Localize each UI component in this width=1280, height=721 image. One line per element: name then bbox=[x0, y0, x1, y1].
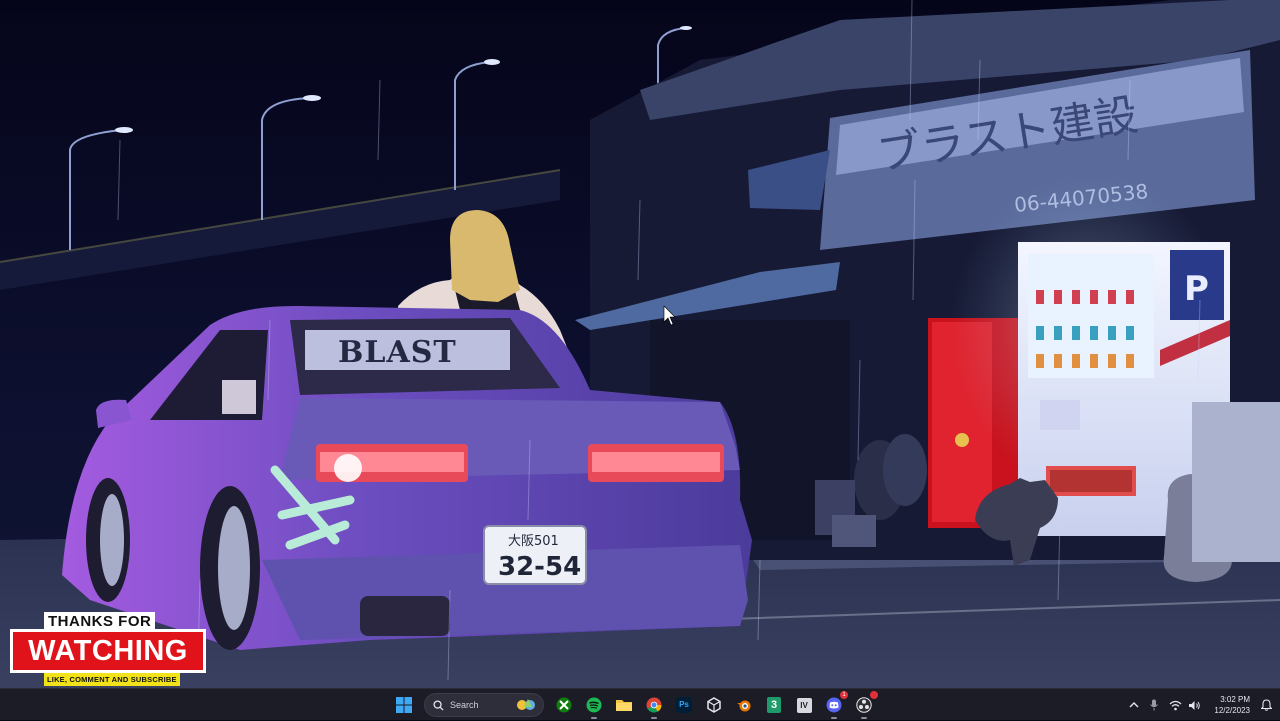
obs-icon bbox=[856, 697, 872, 713]
spotify-app-button[interactable] bbox=[582, 693, 606, 719]
folder-icon bbox=[616, 700, 632, 711]
thanks-for-watching-overlay: THANKS FOR WATCHING LIKE, COMMENT AND SU… bbox=[10, 612, 210, 688]
system-tray: 3:02 PM 12/2/2023 bbox=[1124, 689, 1280, 721]
overlay-main-text: WATCHING bbox=[10, 629, 206, 673]
search-placeholder: Search bbox=[450, 700, 479, 710]
desktop-wallpaper: ブラスト建設 06-44070538 P BLAST 大阪501 32-54 bbox=[0, 0, 1280, 688]
start-button[interactable] bbox=[392, 693, 416, 717]
search-icon bbox=[433, 699, 444, 711]
taskbar-search-box[interactable]: Search bbox=[424, 693, 544, 717]
network-volume-button[interactable] bbox=[1164, 689, 1206, 721]
plate-region: 大阪501 bbox=[508, 534, 559, 549]
volume-icon bbox=[1189, 700, 1201, 710]
clock-date: 12/2/2023 bbox=[1214, 706, 1250, 715]
chevron-up-icon bbox=[1129, 702, 1139, 708]
show-hidden-icons-button[interactable] bbox=[1124, 689, 1144, 721]
photoshop-app-button[interactable]: Ps bbox=[672, 693, 696, 717]
overlay-top-line: THANKS FOR bbox=[44, 612, 156, 630]
iv-label: IV bbox=[800, 700, 808, 710]
overlay-sub-text: LIKE, COMMENT AND SUBSCRIBE bbox=[44, 673, 180, 686]
vending-brand-text: P bbox=[1184, 269, 1209, 309]
green-3-icon: 3 bbox=[767, 697, 781, 713]
obs-app-button[interactable] bbox=[852, 691, 878, 719]
search-highlight-icon bbox=[517, 699, 535, 710]
microphone-icon bbox=[1150, 699, 1159, 711]
discord-icon bbox=[826, 697, 842, 713]
notifications-button[interactable] bbox=[1256, 689, 1280, 721]
xbox-app-button[interactable] bbox=[552, 693, 576, 717]
xbox-icon bbox=[556, 697, 572, 713]
wallpaper-illustration: ブラスト建設 06-44070538 P BLAST 大阪501 32-54 bbox=[0, 0, 1280, 688]
taskbar-apps: Search Ps 3 IV 1 bbox=[392, 691, 878, 719]
chrome-app-button[interactable] bbox=[642, 693, 666, 719]
clock-button[interactable]: 3:02 PM 12/2/2023 bbox=[1206, 694, 1256, 716]
iv-icon: IV bbox=[796, 697, 812, 713]
spotify-icon bbox=[586, 697, 602, 713]
bell-icon bbox=[1261, 699, 1272, 711]
windshield-banner: BLAST bbox=[338, 335, 457, 370]
discord-notification-badge: 1 bbox=[840, 691, 848, 699]
windows-icon bbox=[396, 697, 412, 713]
blender-app-button[interactable] bbox=[732, 693, 756, 717]
unity-app-button[interactable] bbox=[702, 693, 726, 717]
blender-icon bbox=[737, 700, 751, 712]
green-3-app-button[interactable]: 3 bbox=[762, 693, 786, 717]
green-3-label: 3 bbox=[770, 699, 778, 711]
wifi-icon bbox=[1169, 700, 1182, 710]
plate-number: 32-54 bbox=[498, 552, 581, 582]
iv-app-button[interactable]: IV bbox=[792, 693, 816, 717]
clock-time: 3:02 PM bbox=[1220, 695, 1250, 704]
taskbar: Search Ps 3 IV 1 3:02 PM 12/2/2023 bbox=[0, 688, 1280, 720]
chrome-icon bbox=[646, 697, 662, 713]
discord-app-button[interactable]: 1 bbox=[822, 691, 848, 719]
file-explorer-button[interactable] bbox=[612, 693, 636, 717]
photoshop-icon: Ps bbox=[676, 697, 692, 713]
obs-recording-dot bbox=[870, 691, 878, 699]
unity-icon bbox=[707, 697, 721, 713]
microphone-button[interactable] bbox=[1144, 689, 1164, 721]
photoshop-label: Ps bbox=[679, 700, 689, 709]
